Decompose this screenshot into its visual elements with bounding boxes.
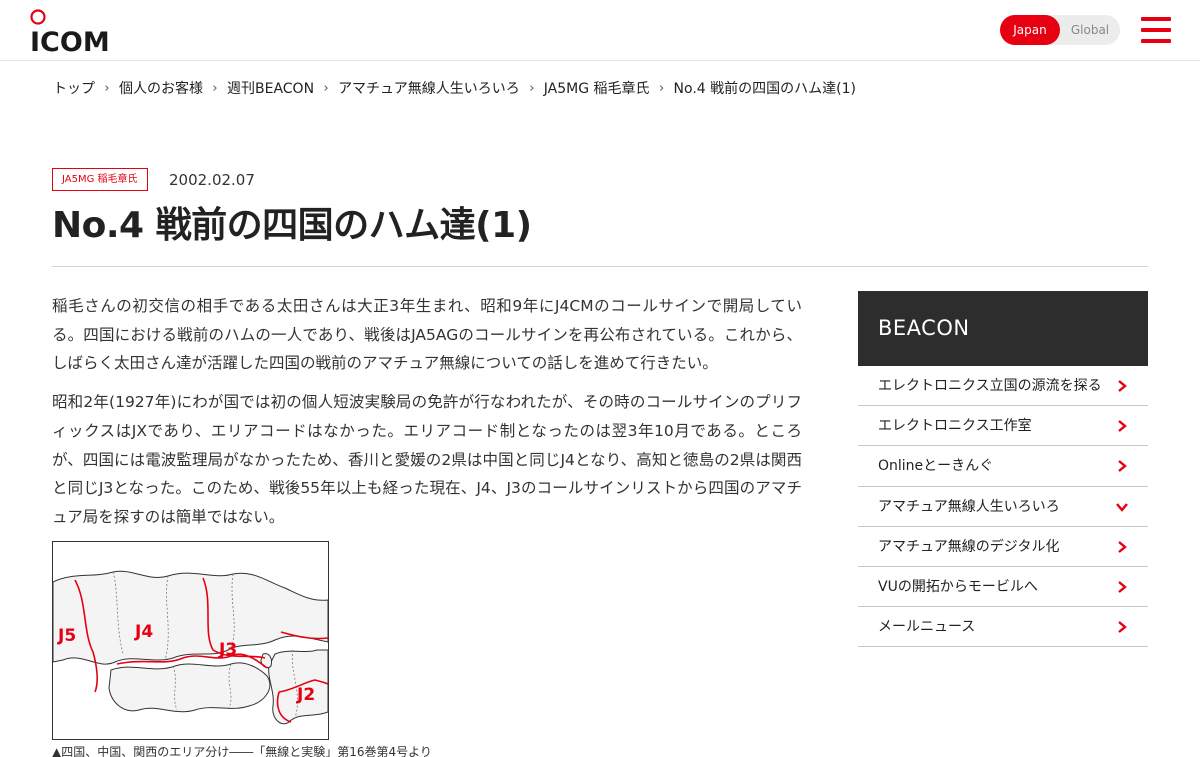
chevron-right-icon: › — [323, 80, 329, 96]
sidebar-item-label: VUの開拓からモービルへ — [878, 578, 1038, 595]
hamburger-menu-icon[interactable] — [1141, 17, 1171, 43]
figure-caption: ▲四国、中国、関西のエリア分け――「無線と実験」第16巻第4号より — [52, 745, 432, 757]
article-body: 稲毛さんの初交信の相手である太田さんは大正3年生まれ、昭和9年にJ4CMのコール… — [52, 292, 802, 542]
sidebar-item-electronics-origin[interactable]: エレクトロニクス立国の源流を探る — [858, 366, 1148, 407]
sidebar-item-electronics-workshop[interactable]: エレクトロニクス工作室 — [858, 406, 1148, 447]
breadcrumb-amateur-radio-life[interactable]: アマチュア無線人生いろいろ — [338, 78, 520, 98]
sidebar-item-amateur-radio-life[interactable]: アマチュア無線人生いろいろ — [858, 487, 1148, 527]
article-paragraph: 稲毛さんの初交信の相手である太田さんは大正3年生まれ、昭和9年にJ4CMのコール… — [52, 297, 802, 373]
lang-global-button[interactable]: Global — [1060, 15, 1120, 45]
page-title: No.4 戦前の四国のハム達(1) — [52, 205, 532, 246]
chevron-right-icon — [1118, 460, 1127, 473]
breadcrumb-weekly-beacon[interactable]: 週刊BEACON — [227, 78, 314, 98]
chevron-right-icon — [1118, 380, 1127, 392]
map-label-j3: J3 — [218, 640, 237, 660]
sidebar-item-label: アマチュア無線人生いろいろ — [878, 498, 1060, 515]
chevron-right-icon — [1118, 420, 1127, 433]
sidebar-title: BEACON — [858, 291, 1148, 366]
chevron-down-icon — [1116, 502, 1128, 512]
language-toggle: Japan Global — [1000, 15, 1120, 45]
sidebar-item-digitalization[interactable]: アマチュア無線のデジタル化 — [858, 527, 1148, 567]
sidebar-item-label: Onlineとーきんぐ — [878, 458, 994, 475]
icom-logo[interactable]: ICOM — [30, 8, 122, 52]
lang-japan-button[interactable]: Japan — [1000, 15, 1060, 45]
sidebar-item-label: メールニュース — [878, 619, 976, 636]
chevron-right-icon — [1118, 581, 1127, 593]
sidebar-item-mail-news[interactable]: メールニュース — [858, 607, 1148, 648]
map-label-j4: J4 — [134, 622, 153, 642]
site-header: ICOM Japan Global — [0, 0, 1200, 61]
breadcrumb-author[interactable]: JA5MG 稲毛章氏 — [544, 78, 650, 98]
area-map-figure: J5 J4 J3 J2 — [52, 541, 329, 740]
breadcrumb: トップ › 個人のお客様 › 週刊BEACON › アマチュア無線人生いろいろ … — [53, 78, 856, 98]
logo-text: ICOM — [30, 27, 110, 52]
sidebar-item-label: エレクトロニクス工作室 — [878, 418, 1032, 435]
sidebar-item-vu-mobile[interactable]: VUの開拓からモービルへ — [858, 567, 1148, 608]
category-tag[interactable]: JA5MG 稲毛章氏 — [52, 168, 148, 191]
chevron-right-icon: › — [104, 80, 110, 96]
breadcrumb-personal[interactable]: 個人のお客様 — [119, 78, 203, 98]
article-date: 2002.02.07 — [169, 171, 255, 189]
chevron-right-icon: › — [529, 80, 535, 96]
breadcrumb-top[interactable]: トップ — [53, 78, 95, 98]
breadcrumb-current: No.4 戦前の四国のハム達(1) — [673, 81, 856, 97]
map-label-j2: J2 — [296, 685, 315, 705]
chevron-right-icon: › — [212, 80, 218, 96]
sidebar-item-online-talking[interactable]: Onlineとーきんぐ — [858, 446, 1148, 487]
map-label-j5: J5 — [57, 626, 76, 646]
sidebar-item-label: アマチュア無線のデジタル化 — [878, 538, 1060, 555]
chevron-right-icon — [1118, 540, 1127, 553]
chevron-right-icon: › — [658, 80, 665, 96]
article-paragraph: 昭和2年(1927年)にわが国では初の個人短波実験局の免許が行なわれたが、その時… — [52, 393, 802, 526]
beacon-sidebar: BEACON エレクトロニクス立国の源流を探る エレクトロニクス工作室 Onli… — [858, 291, 1148, 648]
title-divider — [52, 266, 1148, 267]
sidebar-item-label: エレクトロニクス立国の源流を探る — [878, 378, 1102, 394]
chevron-right-icon — [1118, 621, 1127, 634]
